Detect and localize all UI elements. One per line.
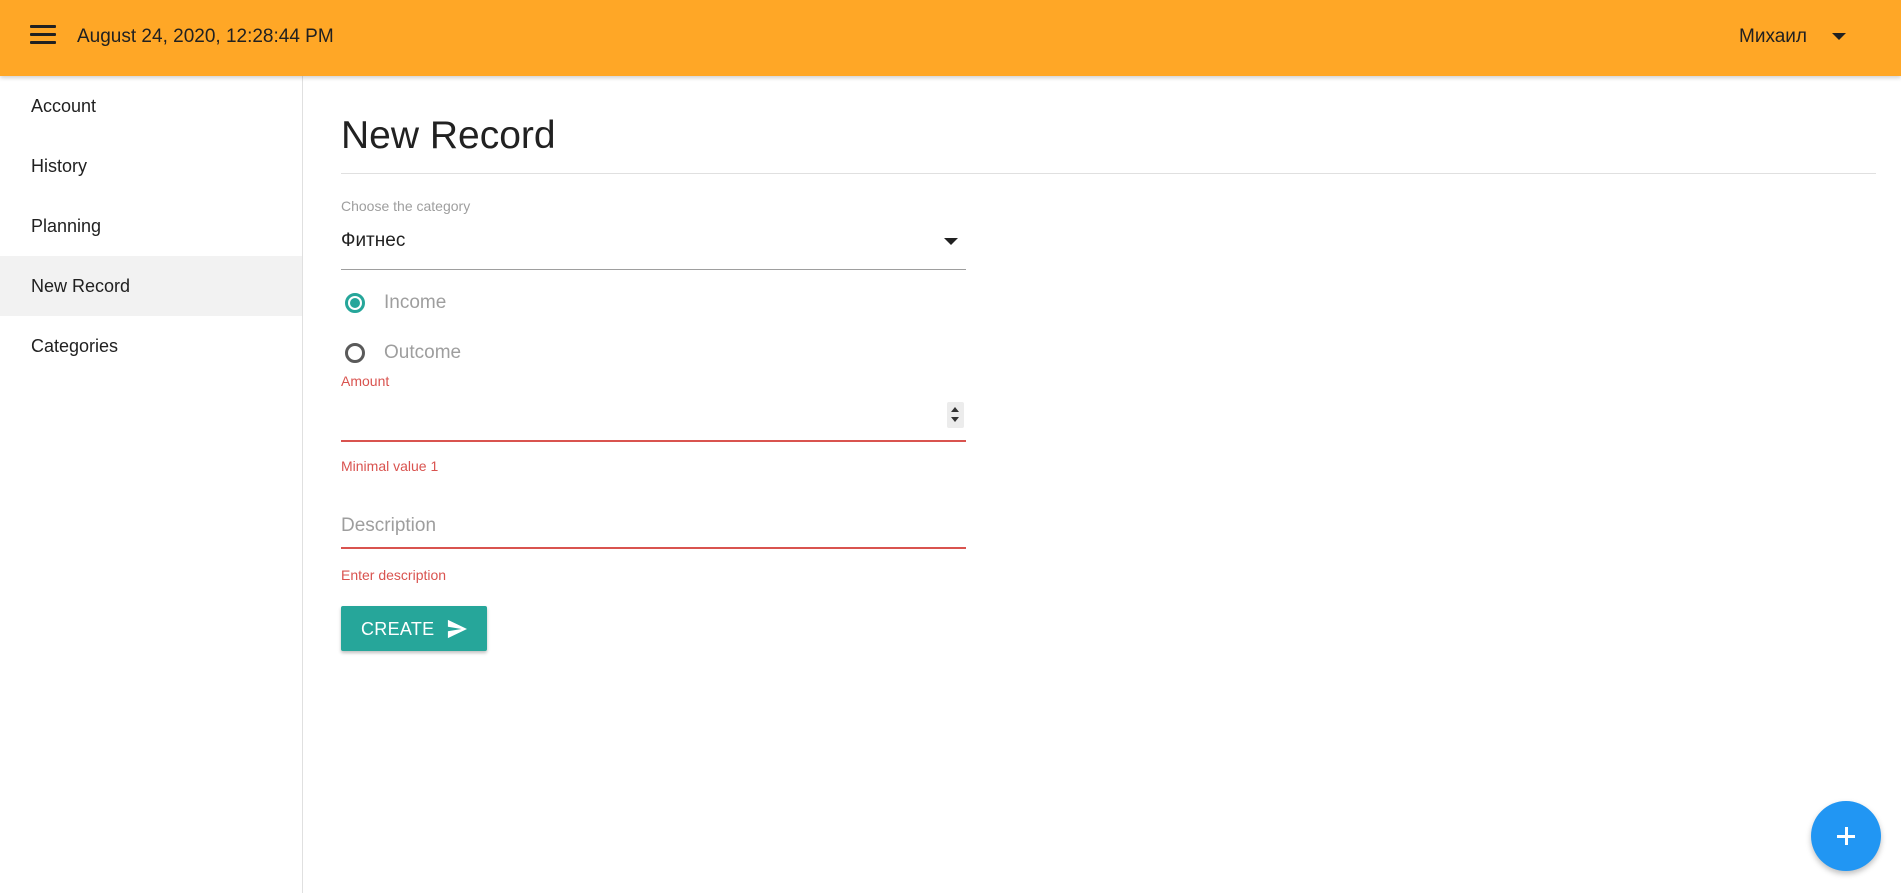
sidebar-item-history[interactable]: History [0,136,302,196]
user-menu-name[interactable]: Михаил [1739,26,1807,48]
category-select-value: Фитнес [341,230,406,251]
add-fab-button[interactable] [1811,801,1881,871]
number-stepper[interactable] [947,402,964,428]
caret-down-icon [944,238,958,245]
create-button[interactable]: CREATE [341,606,487,651]
main-content: New Record Choose the category Фитнес In… [304,76,1901,893]
category-label: Choose the category [341,198,471,214]
sidebar-item-account[interactable]: Account [0,76,302,136]
description-input[interactable]: Description [341,509,966,549]
create-button-label: CREATE [361,619,435,639]
stepper-up-icon[interactable] [951,407,959,412]
title-divider [341,173,1876,174]
hamburger-menu-icon[interactable] [30,25,56,47]
income-radio-label[interactable]: Income [384,292,446,314]
description-error: Enter description [341,567,447,583]
outcome-radio-label[interactable]: Outcome [384,342,461,364]
amount-label: Amount [341,373,390,389]
sidebar: Account History Planning New Record Cate… [0,76,303,893]
stepper-down-icon[interactable] [951,417,959,422]
outcome-radio[interactable] [345,343,365,363]
sidebar-item-planning[interactable]: Planning [0,196,302,256]
caret-down-icon[interactable] [1832,33,1846,40]
income-radio[interactable] [345,293,365,313]
amount-error: Minimal value 1 [341,458,439,474]
top-bar: August 24, 2020, 12:28:44 PM Михаил [0,0,1901,76]
page-title: New Record [341,114,556,157]
amount-input[interactable] [341,402,966,442]
category-select[interactable]: Фитнес [341,224,966,270]
current-datetime: August 24, 2020, 12:28:44 PM [77,26,334,47]
sidebar-item-categories[interactable]: Categories [0,316,302,376]
description-placeholder: Description [341,515,437,536]
sidebar-item-new-record[interactable]: New Record [0,256,302,316]
send-icon [447,619,467,639]
plus-icon-vertical [1845,827,1848,845]
